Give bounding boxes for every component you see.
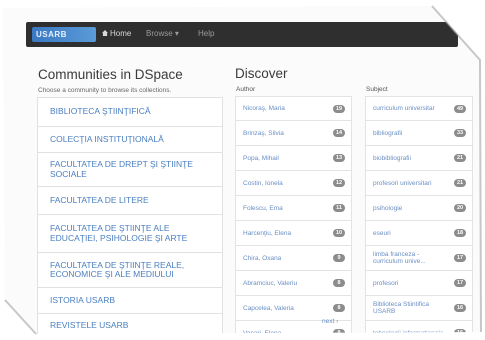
author-facet-label: Brinzaş, Silvia — [243, 129, 284, 137]
count-badge: 20 — [454, 204, 466, 212]
author-facet-list: Nicoraş, Maria 19 Brinzaş, Silvia 14 Popa, M… — [235, 96, 352, 337]
dspace-page: USARB Home Browse ▾ Help Communities in … — [3, 6, 481, 337]
count-badge: 8 — [333, 304, 345, 312]
author-facet-label: Nicoraş, Maria — [243, 105, 285, 112]
subject-facet-item[interactable]: eseuri 18 — [365, 221, 473, 246]
subject-facet-label: Biblioteca Stiintifica USARB — [373, 301, 429, 315]
author-facet-item[interactable]: Folescu, Ema 11 — [235, 196, 352, 221]
author-facet-item[interactable]: Harcenţiu, Elena 10 — [235, 221, 352, 246]
count-badge: 17 — [454, 254, 466, 262]
discover-title: Discover — [235, 66, 288, 81]
home-icon — [102, 30, 108, 36]
count-badge: 14 — [333, 129, 345, 137]
community-item[interactable]: FACULTATEA DE DREPT ŞI ŞTIINŢE SOCIALE — [37, 153, 223, 187]
count-badge: 11 — [333, 204, 345, 212]
author-facet-label: Vacari, Elena — [243, 329, 282, 337]
subject-facet-item[interactable]: tehnologii informationale 16 — [365, 321, 473, 337]
nav-home-link[interactable]: Home — [102, 29, 131, 38]
community-item[interactable]: COLECŢIA INSTITUŢIONALĂ — [37, 127, 223, 153]
subject-facet-label: biobibliografii — [373, 154, 411, 162]
subject-facet-label: profesori universitari — [373, 179, 432, 187]
community-item[interactable]: FACULTATEA DE ŞTIINŢE ALE EDUCAŢIEI, PSI… — [37, 215, 223, 253]
count-badge: 16 — [454, 329, 466, 334]
subject-facet-item[interactable]: bibliografii 33 — [365, 121, 473, 146]
nav-help-link[interactable]: Help — [198, 29, 214, 38]
subject-facet-label: limba franceza - curriculum unive... — [373, 251, 426, 265]
count-badge: 21 — [454, 179, 466, 187]
count-badge: 21 — [454, 154, 466, 162]
author-facet-item[interactable]: Brinzaş, Silvia 14 — [235, 121, 352, 146]
subject-facet-item[interactable]: curriculum universitar 49 — [365, 96, 473, 121]
site-logo[interactable]: USARB — [32, 27, 96, 42]
count-badge: 49 — [454, 104, 466, 113]
subject-facet-label: psihologie — [373, 204, 403, 212]
community-item[interactable]: ISTORIA USARB — [37, 288, 223, 314]
subject-facet-label: eseuri — [373, 229, 391, 237]
subject-facet-list: curriculum universitar 49 bibliografii 33 bi… — [365, 96, 473, 337]
subject-facet-heading: Subject — [366, 86, 388, 93]
subject-facet-label: profesori — [373, 279, 399, 287]
author-next-link[interactable]: next › — [322, 318, 338, 325]
subject-facet-item[interactable]: profesori universitari 21 — [365, 171, 473, 196]
author-facet-label: Capcelea, Valeria — [243, 304, 294, 312]
author-facet-label: Costin, Ionela — [243, 179, 283, 187]
subject-facet-item[interactable]: Biblioteca Stiintifica USARB 16 — [365, 296, 473, 321]
subject-facet-item[interactable]: psihologie 20 — [365, 196, 473, 221]
count-badge: 10 — [333, 229, 345, 237]
author-facet-item[interactable]: Nicoraş, Maria 19 — [235, 96, 352, 121]
count-badge: 9 — [333, 254, 345, 262]
communities-title: Communities in DSpace — [38, 67, 183, 82]
author-facet-heading: Author — [236, 86, 256, 93]
community-item[interactable]: REVISTELE USARB — [37, 314, 223, 334]
community-item[interactable]: FACULTATEA DE ŞTIINŢE REALE, ECONOMICE Ş… — [37, 253, 223, 288]
author-facet-item[interactable]: Costin, Ionela 12 — [235, 171, 352, 196]
author-facet-label: Popa, Mihail — [243, 154, 279, 162]
subject-facet-item[interactable]: biobibliografii 21 — [365, 146, 473, 171]
count-badge: 17 — [454, 279, 466, 287]
subject-facet-label: bibliografii — [373, 129, 403, 137]
subject-facet-item[interactable]: limba franceza - curriculum unive... 17 — [365, 246, 473, 271]
community-list: BIBLIOTECA ŞTIINŢIFICĂ COLECŢIA INSTITUŢI… — [37, 97, 223, 334]
subject-facet-item[interactable]: profesori 17 — [365, 271, 473, 296]
author-facet-label: Abramciuc, Valeriu — [243, 279, 298, 287]
author-facet-item[interactable]: Popa, Mihail 13 — [235, 146, 352, 171]
count-badge: 16 — [454, 304, 466, 312]
count-badge: 12 — [333, 179, 345, 187]
nav-browse-dropdown[interactable]: Browse ▾ — [146, 29, 179, 38]
subject-facet-label: curriculum universitar — [373, 105, 435, 112]
community-item[interactable]: FACULTATEA DE LITERE — [37, 187, 223, 215]
count-badge: 18 — [454, 229, 466, 237]
author-facet-item[interactable]: Abramciuc, Valeriu 8 — [235, 271, 352, 296]
author-facet-label: Folescu, Ema — [243, 204, 283, 212]
nav-home-label: Home — [110, 29, 132, 38]
count-badge: 33 — [454, 129, 466, 137]
community-item[interactable]: BIBLIOTECA ŞTIINŢIFICĂ — [37, 97, 223, 127]
count-badge: 13 — [333, 154, 345, 162]
count-badge: 8 — [333, 279, 345, 287]
count-badge: 19 — [333, 104, 345, 113]
top-navbar: USARB Home Browse ▾ Help — [26, 22, 458, 47]
author-facet-item[interactable]: Chira, Oxana 9 — [235, 246, 352, 271]
author-facet-label: Chira, Oxana — [243, 254, 282, 262]
communities-subtitle: Choose a community to browse its collect… — [38, 87, 172, 94]
author-facet-label: Harcenţiu, Elena — [243, 229, 292, 237]
subject-facet-label: tehnologii informationale — [373, 329, 444, 337]
count-badge: 8 — [333, 329, 345, 334]
